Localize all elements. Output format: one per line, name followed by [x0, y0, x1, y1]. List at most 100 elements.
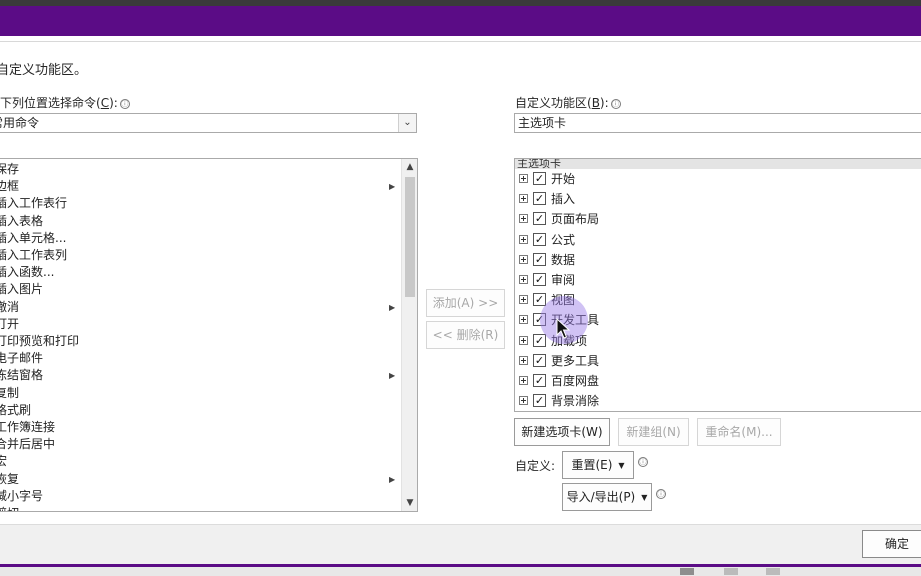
- tab-checkbox[interactable]: ✓: [533, 394, 546, 408]
- normal-view-icon[interactable]: [680, 568, 694, 575]
- rename-button[interactable]: 重命名(M)...: [697, 418, 781, 446]
- command-label: 恢复: [0, 471, 20, 486]
- submenu-arrow-icon: ▶: [389, 474, 396, 484]
- commands-list[interactable]: 保存边框 ▶ 插入工作表行插入表格插入单元格... 插入工作表列插入函数... 插入图片…: [0, 158, 418, 512]
- dialog-heading: 自定义功能区。: [0, 63, 88, 78]
- expand-plus-icon[interactable]: [519, 194, 528, 204]
- command-item[interactable]: 合并后居中: [0, 436, 55, 453]
- ribbon-tree[interactable]: 主选项卡 ✓ 开始 ✓ 插入 ✓ 页面布局 ✓ 公式 ✓ 数据 ✓ 审阅 ✓ 视图 ✓ 开发工具 ✓ 加载项 ✓ 更多…: [514, 158, 921, 412]
- command-label: 插入函数...: [0, 265, 55, 280]
- tab-checkbox[interactable]: ✓: [533, 252, 546, 266]
- scrollbar-thumb[interactable]: [405, 177, 415, 297]
- caret-down-icon: ▼: [641, 493, 648, 502]
- command-label: 打开: [0, 316, 20, 331]
- tab-checkbox[interactable]: ✓: [533, 333, 546, 347]
- command-item[interactable]: 恢复: [0, 471, 19, 488]
- expand-plus-icon[interactable]: [519, 295, 528, 305]
- tab-checkbox[interactable]: ✓: [533, 293, 546, 307]
- info-icon[interactable]: ⓘ: [119, 99, 130, 109]
- window-title-bar: [0, 6, 921, 36]
- chevron-down-icon[interactable]: ⌄: [398, 114, 416, 132]
- ribbon-tab-label: 背景消除: [551, 394, 600, 409]
- tab-checkbox[interactable]: ✓: [533, 212, 546, 226]
- submenu-arrow-icon: ▶: [389, 302, 396, 312]
- tab-checkbox[interactable]: ✓: [533, 273, 546, 286]
- excel-status-bar: [0, 567, 921, 576]
- command-label: 格式刷: [0, 402, 32, 417]
- command-item[interactable]: 边框: [0, 178, 19, 195]
- tab-checkbox[interactable]: ✓: [533, 192, 546, 206]
- ribbon-tab-label: 更多工具: [551, 353, 600, 368]
- new-tab-button[interactable]: 新建选项卡(W): [514, 418, 610, 446]
- command-item[interactable]: 打印预览和打印: [0, 333, 79, 350]
- remove-button[interactable]: << 删除(R): [426, 321, 505, 349]
- command-item[interactable]: 插入工作表列: [0, 247, 67, 264]
- mouse-pointer-icon: [556, 318, 571, 339]
- customize-ribbon-accesskey: B: [591, 96, 600, 110]
- submenu-arrow-icon: ▶: [389, 371, 396, 381]
- command-item[interactable]: 保存: [0, 161, 19, 178]
- ribbon-tab-label: 审阅: [551, 273, 576, 287]
- command-item[interactable]: 格式刷: [0, 402, 31, 419]
- tab-checkbox[interactable]: ✓: [533, 353, 546, 367]
- expand-plus-icon[interactable]: [519, 315, 528, 325]
- customize-label: 自定义:: [515, 459, 556, 473]
- command-item[interactable]: 插入图片: [0, 281, 43, 298]
- command-item[interactable]: 撤消: [0, 299, 19, 316]
- expand-plus-icon[interactable]: [519, 335, 528, 345]
- tab-checkbox[interactable]: ✓: [533, 172, 546, 185]
- commands-source-select[interactable]: 常用命令 ⌄: [0, 113, 417, 133]
- ribbon-tab-label: 数据: [551, 252, 576, 267]
- command-item[interactable]: 宏: [0, 453, 7, 470]
- tree-header: 主选项卡: [515, 159, 921, 169]
- command-item[interactable]: 复制: [0, 385, 19, 402]
- command-item[interactable]: 工作簿连接: [0, 419, 55, 436]
- command-item[interactable]: 插入单元格...: [0, 230, 66, 247]
- choose-commands-accesskey: C: [100, 96, 110, 110]
- expand-plus-icon[interactable]: [519, 396, 528, 406]
- ribbon-tabs-select[interactable]: 主选项卡: [514, 113, 921, 133]
- info-icon[interactable]: ⓘ: [656, 489, 666, 499]
- ok-button[interactable]: 确定: [862, 530, 921, 558]
- expand-plus-icon[interactable]: [519, 234, 528, 244]
- tab-checkbox[interactable]: ✓: [533, 374, 546, 387]
- command-item[interactable]: 打开: [0, 316, 19, 333]
- customize-ribbon-label-tail: ):: [599, 96, 609, 110]
- command-label: 打印预览和打印: [0, 334, 80, 348]
- ribbon-tab-label: 百度网盘: [551, 374, 600, 388]
- page-layout-view-icon[interactable]: [724, 568, 738, 575]
- command-item[interactable]: 插入表格: [0, 213, 43, 230]
- expand-plus-icon[interactable]: [519, 214, 528, 224]
- command-item[interactable]: 减小字号: [0, 488, 43, 505]
- command-item[interactable]: 剪切: [0, 505, 19, 511]
- expand-plus-icon[interactable]: [519, 174, 528, 183]
- import-export-button[interactable]: 导入/导出(P) ▼: [562, 483, 652, 511]
- command-item[interactable]: 插入工作表行: [0, 195, 67, 212]
- expand-plus-icon[interactable]: [519, 355, 528, 365]
- command-label: 插入单元格...: [0, 230, 67, 245]
- add-button[interactable]: 添加(A) >>: [426, 289, 505, 317]
- choose-commands-label: 从下列位置选择命令(C):ⓘ: [0, 94, 130, 111]
- page-break-view-icon[interactable]: [766, 568, 780, 575]
- new-group-button[interactable]: 新建组(N): [618, 418, 689, 446]
- scroll-up-icon[interactable]: ▲: [402, 159, 417, 175]
- scroll-down-icon[interactable]: ▼: [402, 495, 417, 511]
- expand-plus-icon[interactable]: [519, 376, 528, 385]
- command-item[interactable]: 电子邮件: [0, 350, 43, 367]
- tab-checkbox[interactable]: ✓: [533, 232, 546, 246]
- command-label: 剪切: [0, 506, 19, 511]
- info-icon[interactable]: ⓘ: [610, 99, 621, 109]
- ribbon-tabs-value: 主选项卡: [518, 116, 567, 130]
- expand-plus-icon[interactable]: [519, 275, 528, 284]
- command-item[interactable]: 插入函数...: [0, 264, 54, 281]
- expand-plus-icon[interactable]: [519, 254, 528, 264]
- command-label: 减小字号: [0, 488, 44, 503]
- ribbon-tab-label: 开始: [551, 172, 576, 186]
- reset-button[interactable]: 重置(E) ▼: [562, 451, 634, 479]
- command-item[interactable]: 冻结窗格: [0, 367, 43, 384]
- customize-ribbon-label-text: 自定义功能区(: [515, 96, 592, 110]
- command-label: 宏: [0, 454, 7, 468]
- commands-list-scrollbar[interactable]: ▲ ▼: [401, 159, 417, 511]
- info-icon[interactable]: ⓘ: [638, 457, 648, 467]
- command-label: 合并后居中: [0, 437, 56, 452]
